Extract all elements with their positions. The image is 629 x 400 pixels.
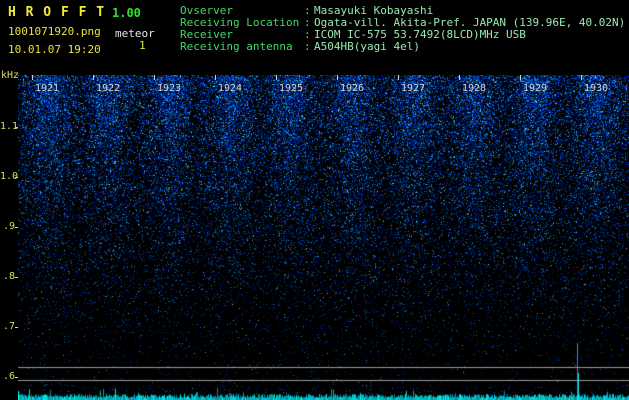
- header-field-value: A504HB(yagi 4el): [314, 40, 420, 53]
- x-tick-label: 1924: [218, 83, 243, 94]
- mode-label: meteor: [115, 27, 155, 40]
- y-tick-mark: [15, 277, 18, 278]
- x-tick-label: 1925: [279, 83, 304, 94]
- x-tick-label: 1921: [35, 83, 60, 94]
- meteor-count: 1: [139, 39, 146, 52]
- y-tick-mark: [15, 327, 18, 328]
- x-tick-mark: [459, 75, 460, 80]
- hrofft-screen: H R O F F T 1.00 1001071920.png meteor 1…: [0, 0, 629, 400]
- y-axis-unit: kHz: [1, 70, 20, 81]
- app-version: 1.00: [112, 6, 141, 20]
- x-tick-label: 1923: [157, 83, 182, 94]
- x-tick-mark: [154, 75, 155, 80]
- header-field-separator: :: [304, 40, 311, 53]
- y-tick-mark: [15, 177, 18, 178]
- y-tick-mark: [15, 227, 18, 228]
- y-tick-label: 1.1: [0, 121, 19, 132]
- x-tick-mark: [32, 75, 33, 80]
- spectrogram-canvas: [18, 75, 629, 400]
- y-tick-mark: [15, 127, 18, 128]
- x-tick-label: 1922: [96, 83, 121, 94]
- x-tick-label: 1928: [462, 83, 487, 94]
- header-field-label: Receiving antenna: [180, 40, 293, 53]
- x-tick-label: 1930: [584, 83, 609, 94]
- y-tick-label: .7: [2, 321, 15, 332]
- x-tick-label: 1926: [340, 83, 365, 94]
- x-tick-mark: [276, 75, 277, 80]
- x-tick-mark: [398, 75, 399, 80]
- x-tick-mark: [93, 75, 94, 80]
- y-tick-label: .8: [2, 271, 15, 282]
- observer-info-panel: Ovserver : Masayuki Kobayashi Receiving …: [180, 5, 625, 53]
- x-tick-mark: [581, 75, 582, 80]
- y-tick-label: .9: [2, 221, 15, 232]
- header-field-antenna: Receiving antenna : A504HB(yagi 4el): [180, 41, 625, 53]
- x-tick-label: 1929: [523, 83, 548, 94]
- x-tick-mark: [337, 75, 338, 80]
- y-tick-mark: [15, 377, 18, 378]
- datetime-label: 10.01.07 19:20: [8, 43, 101, 56]
- app-title: H R O F F T: [8, 5, 106, 20]
- x-tick-label: 1927: [401, 83, 426, 94]
- y-tick-label: .6: [2, 371, 15, 382]
- output-filename: 1001071920.png: [8, 25, 101, 38]
- x-tick-mark: [215, 75, 216, 80]
- x-tick-mark: [520, 75, 521, 80]
- y-tick-label: 1.0: [0, 171, 19, 182]
